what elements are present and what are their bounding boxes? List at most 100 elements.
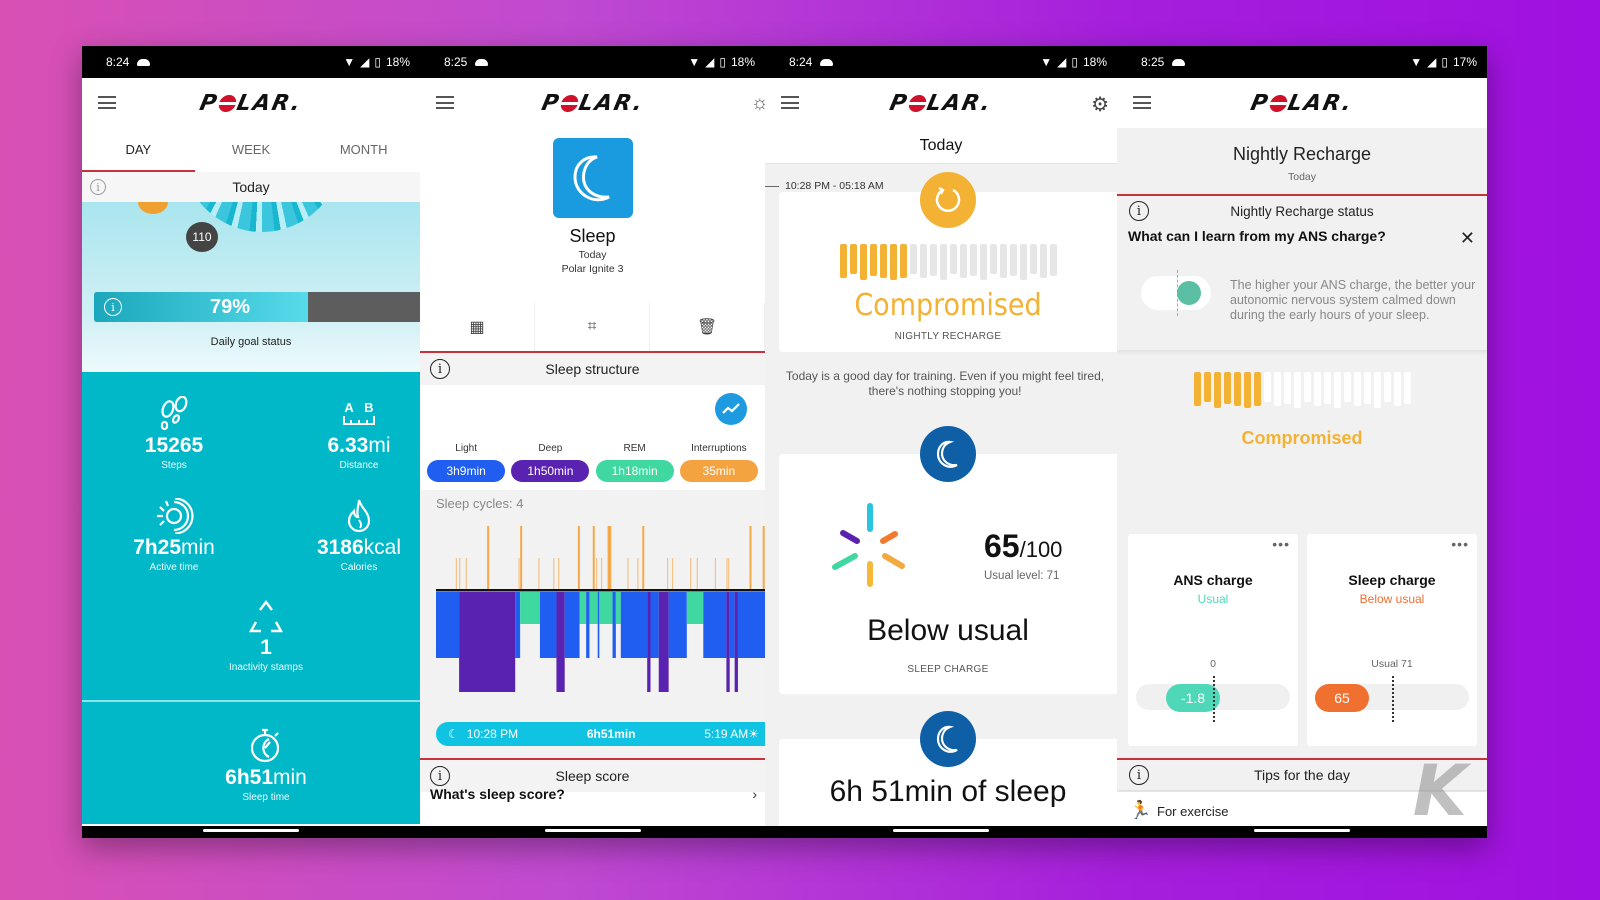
status-bar: 8:25 ▼ ◢ ▯ 17% [1117, 46, 1487, 78]
hypnogram-interruption [558, 558, 560, 590]
distance-icon: A B [284, 392, 420, 432]
hypnogram-segment-deep [647, 592, 651, 692]
hypnogram-segment-rem [615, 592, 621, 624]
calories-label: Calories [340, 562, 378, 573]
recharge-summary-panel: 8:24 ▼ ◢ ▯ 18% P LAR. ⚙ Today 10:28 PM - 05:… [765, 46, 1117, 838]
sync-icon[interactable]: ☼ [751, 92, 765, 115]
app-bar: P LAR. ☼ [420, 78, 765, 128]
info-icon[interactable]: i [1129, 765, 1149, 785]
stat-inactivity[interactable]: 1 Inactivity stamps [191, 594, 341, 673]
sleep-score-question[interactable]: What's sleep score? [430, 786, 565, 802]
sleep-charge-caption: SLEEP CHARGE [907, 664, 989, 675]
info-icon[interactable]: i [90, 179, 106, 195]
daily-goal-label: Daily goal status [210, 336, 292, 348]
sleep-charge-card[interactable]: ••• Sleep charge Below usual Usual 71 65 [1307, 534, 1477, 746]
ans-explainer: The higher your ANS charge, the better y… [1230, 278, 1476, 322]
status-time: 8:24 [789, 55, 813, 69]
more-icon[interactable]: ••• [1451, 536, 1469, 552]
info-icon[interactable]: i [430, 766, 450, 786]
ans-charge-reference: 0 [1210, 658, 1216, 670]
hypnogram-segment-light [515, 592, 521, 658]
steps-value: 15265 [144, 434, 204, 457]
battery-level: 18% [1082, 55, 1107, 69]
battery-level: 18% [730, 55, 755, 69]
sleep-start: 10:28 PM [466, 727, 519, 741]
distance-label: Distance [339, 460, 379, 471]
hypnogram-segment-light [668, 592, 687, 658]
recharge-bar-empty [1383, 372, 1391, 402]
wifi-icon: ▼ [1040, 55, 1053, 69]
gear-icon[interactable]: ⚙ [1091, 92, 1109, 117]
hypnogram-interruption [455, 558, 457, 590]
signal-icon: ◢ [705, 55, 715, 69]
recharge-caption: NIGHTLY RECHARGE [894, 331, 1002, 342]
hypnogram-segment-light [436, 592, 460, 658]
watermark: K [1412, 750, 1467, 832]
status-header-title: Nightly Recharge status [1230, 203, 1374, 219]
legend-value: 1h50min [511, 460, 590, 482]
menu-icon[interactable] [436, 96, 454, 109]
sleep-total-card[interactable]: 6h 51min of sleep [779, 711, 1117, 838]
nightly-recharge-card[interactable]: Compromised NIGHTLY RECHARGE [779, 172, 1117, 352]
menu-icon[interactable] [1133, 96, 1151, 109]
active-time-label: Active time [149, 562, 199, 573]
recharge-bar-empty [1313, 372, 1321, 406]
screenshot-strip: 8:24 ▼ ◢ ▯ 18% P LAR. DAY WEEK MONTH i Today… [82, 46, 1487, 838]
recharge-bar-empty [1049, 244, 1057, 276]
hypnogram-segment-rem [686, 592, 704, 624]
hypnogram-segment-deep [734, 592, 738, 692]
sleep-charge-burst-icon [832, 503, 905, 587]
crop-icon[interactable]: ⌗ [535, 303, 650, 351]
signal-icon: ◢ [360, 55, 370, 69]
stat-active-time[interactable]: 7h25min Active time [99, 494, 249, 573]
tab-month[interactable]: MONTH [307, 128, 420, 172]
recharge-bar-filled [879, 244, 887, 278]
activity-dial[interactable]: 110 79% i Daily goal status [82, 202, 420, 372]
moon-icon [920, 711, 976, 767]
stat-steps[interactable]: 15265 Steps [99, 392, 249, 471]
sleep-charge-card[interactable]: 65/100 Usual level: 71 Below usual SLEEP… [779, 426, 1117, 694]
info-icon[interactable]: i [1129, 201, 1149, 221]
status-bar: 8:24 ▼ ◢ ▯ 18% [765, 46, 1117, 78]
moon-icon: ☾ [448, 727, 459, 741]
more-icon[interactable]: ••• [1272, 536, 1290, 552]
status-bar: 8:24 ▼ ◢ ▯ 18% [82, 46, 420, 78]
sleep-time-tile[interactable]: 6h51min Sleep time [82, 702, 420, 824]
sleep-charge-value: 65 [984, 528, 1020, 564]
period-tabs: DAY WEEK MONTH [82, 128, 420, 172]
wifi-icon: ▼ [1410, 55, 1423, 69]
stopwatch-icon [191, 724, 341, 764]
ans-illustration [1141, 270, 1211, 316]
trash-icon[interactable]: 🗑 [650, 303, 765, 351]
info-icon[interactable]: i [430, 359, 450, 379]
cloud-icon [820, 58, 834, 66]
hypnogram-interruption [667, 558, 669, 590]
hypnogram-interruption [671, 558, 674, 590]
recharge-bar-empty [1363, 372, 1371, 404]
calendar-icon[interactable]: ▦ [420, 303, 535, 351]
sleep-structure-header: i Sleep structure [420, 353, 765, 385]
chevron-right-icon[interactable]: › [752, 786, 757, 802]
close-icon[interactable]: ✕ [1460, 228, 1475, 249]
recharge-bar-filled [839, 244, 847, 278]
legend-value: 3h9min [427, 460, 506, 482]
info-icon[interactable]: i [104, 298, 122, 316]
daily-goal-bar[interactable]: 79% i [94, 292, 420, 322]
legend-label: Deep [538, 443, 563, 454]
stat-calories[interactable]: 3186kcal Calories [284, 494, 420, 573]
recharge-summary-body: 10:28 PM - 05:18 AM Compromised NIGHTLY … [765, 164, 1117, 838]
tab-week[interactable]: WEEK [195, 128, 308, 172]
sleep-end: 5:19 AM [704, 727, 749, 741]
menu-icon[interactable] [98, 96, 116, 109]
trend-button[interactable] [715, 393, 747, 425]
distance-value: 6.33 [327, 434, 369, 457]
ans-charge-card[interactable]: ••• ANS charge Usual 0 -1.8 [1128, 534, 1298, 746]
recharge-bar-empty [1353, 372, 1361, 406]
hypnogram-interruption [601, 558, 603, 590]
hypnogram-chart[interactable] [436, 520, 765, 710]
tab-day[interactable]: DAY [82, 128, 195, 172]
hypnogram-segment-deep [726, 592, 730, 692]
menu-icon[interactable] [781, 96, 799, 109]
sleep-reference-line [1392, 676, 1394, 722]
stat-distance[interactable]: A B 6.33mi Distance [284, 392, 420, 472]
